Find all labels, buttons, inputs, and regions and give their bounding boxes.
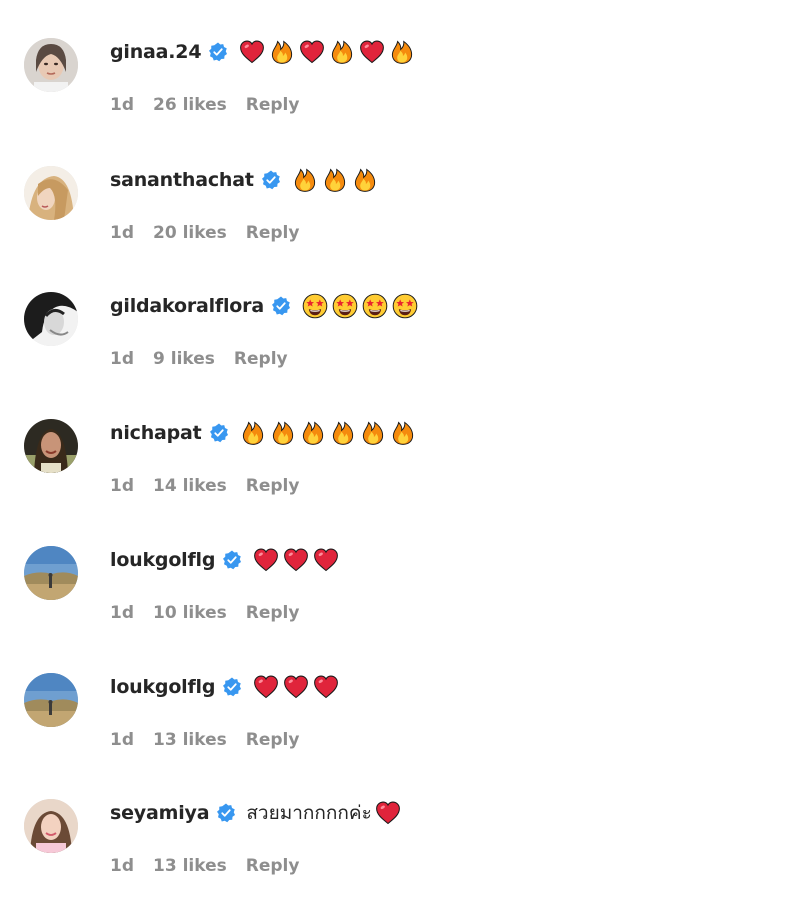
comment-meta: 1d 10 likes Reply — [110, 601, 299, 625]
fire-emoji-icon — [351, 166, 379, 194]
username-link[interactable]: nichapat — [110, 422, 202, 444]
fire-emoji-icon — [329, 419, 357, 447]
verified-badge-icon — [261, 170, 281, 190]
comment-text — [239, 419, 419, 447]
likes-count-button[interactable]: 10 likes — [153, 603, 227, 623]
comment-header: nichapat — [110, 418, 419, 448]
comment-item: loukgolflg 1d 10 likes Reply — [0, 540, 800, 667]
heart-emoji-icon — [252, 673, 280, 701]
comment-timestamp[interactable]: 1d — [110, 476, 134, 496]
fire-emoji-icon — [359, 419, 387, 447]
heart-emoji-icon — [282, 673, 310, 701]
comment-meta: 1d 9 likes Reply — [110, 347, 288, 371]
heart-emoji-icon — [282, 546, 310, 574]
avatar[interactable] — [24, 673, 78, 727]
username-link[interactable]: gildakoralflora — [110, 295, 264, 317]
comment-text — [301, 292, 421, 320]
likes-count-button[interactable]: 20 likes — [153, 223, 227, 243]
comment-text — [252, 546, 342, 574]
heart-emoji-icon — [312, 673, 340, 701]
comment-meta: 1d 14 likes Reply — [110, 474, 299, 498]
username-link[interactable]: loukgolflg — [110, 676, 215, 698]
fire-emoji-icon — [389, 419, 417, 447]
comment-header: loukgolflg — [110, 672, 342, 702]
username-link[interactable]: sananthachat — [110, 169, 254, 191]
comment-timestamp[interactable]: 1d — [110, 856, 134, 876]
likes-count-button[interactable]: 26 likes — [153, 95, 227, 115]
comment-header: seyamiya สวยมากกกกค่ะ — [110, 798, 404, 828]
comment-header: loukgolflg — [110, 545, 342, 575]
comment-timestamp[interactable]: 1d — [110, 349, 134, 369]
comment-meta: 1d 26 likes Reply — [110, 93, 299, 117]
fire-emoji-icon — [388, 38, 416, 66]
comment-timestamp[interactable]: 1d — [110, 730, 134, 750]
star-struck-emoji-icon — [301, 292, 329, 320]
fire-emoji-icon — [321, 166, 349, 194]
verified-badge-icon — [208, 42, 228, 62]
comment-header: gildakoralflora — [110, 291, 421, 321]
comment-timestamp[interactable]: 1d — [110, 95, 134, 115]
username-link[interactable]: ginaa.24 — [110, 41, 202, 63]
comment-meta: 1d 20 likes Reply — [110, 221, 299, 245]
comment-text — [291, 166, 381, 194]
verified-badge-icon — [271, 296, 291, 316]
comment-text — [238, 38, 418, 66]
username-link[interactable]: seyamiya — [110, 802, 210, 824]
avatar[interactable] — [24, 166, 78, 220]
heart-emoji-icon — [238, 38, 266, 66]
fire-emoji-icon — [328, 38, 356, 66]
reply-button[interactable]: Reply — [234, 349, 288, 369]
comment-text: สวยมากกกกค่ะ — [246, 798, 404, 828]
reply-button[interactable]: Reply — [246, 476, 300, 496]
comment-item: nichapat 1d 14 likes Reply — [0, 413, 800, 540]
comment-item: loukgolflg 1d 13 likes Reply — [0, 667, 800, 794]
comment-meta: 1d 13 likes Reply — [110, 854, 299, 878]
comment-item: gildakoralflora 1d 9 likes Reply — [0, 286, 800, 413]
heart-emoji-icon — [252, 546, 280, 574]
reply-button[interactable]: Reply — [246, 856, 300, 876]
avatar[interactable] — [24, 546, 78, 600]
fire-emoji-icon — [299, 419, 327, 447]
comment-item: sananthachat 1d 20 likes Reply — [0, 160, 800, 287]
comment-text — [252, 673, 342, 701]
fire-emoji-icon — [269, 419, 297, 447]
username-link[interactable]: loukgolflg — [110, 549, 215, 571]
verified-badge-icon — [222, 550, 242, 570]
verified-badge-icon — [222, 677, 242, 697]
verified-badge-icon — [209, 423, 229, 443]
reply-button[interactable]: Reply — [246, 223, 300, 243]
heart-emoji-icon — [312, 546, 340, 574]
reply-button[interactable]: Reply — [246, 95, 300, 115]
comment-text-fragment: สวยมากกกกค่ะ — [246, 802, 372, 824]
star-struck-emoji-icon — [331, 292, 359, 320]
avatar[interactable] — [24, 419, 78, 473]
fire-emoji-icon — [239, 419, 267, 447]
verified-badge-icon — [216, 803, 236, 823]
star-struck-emoji-icon — [361, 292, 389, 320]
comment-timestamp[interactable]: 1d — [110, 603, 134, 623]
avatar[interactable] — [24, 292, 78, 346]
comment-header: sananthachat — [110, 165, 381, 195]
likes-count-button[interactable]: 13 likes — [153, 730, 227, 750]
fire-emoji-icon — [268, 38, 296, 66]
avatar[interactable] — [24, 38, 78, 92]
comment-timestamp[interactable]: 1d — [110, 223, 134, 243]
comment-header: ginaa.24 — [110, 37, 418, 67]
heart-emoji-icon — [358, 38, 386, 66]
comment-item: ginaa.24 1d 26 likes Reply — [0, 32, 800, 159]
reply-button[interactable]: Reply — [246, 730, 300, 750]
heart-emoji-icon — [298, 38, 326, 66]
comment-meta: 1d 13 likes Reply — [110, 728, 299, 752]
star-struck-emoji-icon — [391, 292, 419, 320]
reply-button[interactable]: Reply — [246, 603, 300, 623]
likes-count-button[interactable]: 9 likes — [153, 349, 215, 369]
likes-count-button[interactable]: 13 likes — [153, 856, 227, 876]
likes-count-button[interactable]: 14 likes — [153, 476, 227, 496]
heart-emoji-icon — [374, 799, 402, 827]
avatar[interactable] — [24, 799, 78, 853]
comment-item: seyamiya สวยมากกกกค่ะ 1d 13 likes Reply — [0, 793, 800, 920]
fire-emoji-icon — [291, 166, 319, 194]
